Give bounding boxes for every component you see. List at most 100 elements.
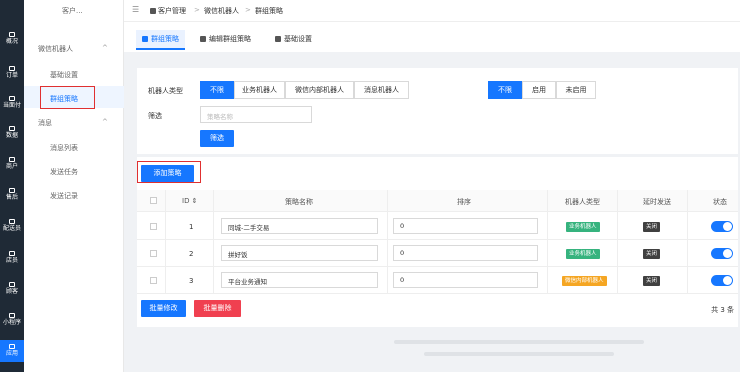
header-id[interactable]: ID ⇕ <box>182 197 198 205</box>
breadcrumb-item-strategy: 群组策略 <box>255 7 283 15</box>
batch-delete-button[interactable]: 批量删除 <box>194 300 241 317</box>
caret-up-icon: ^ <box>102 44 108 52</box>
status-toggle[interactable] <box>711 248 733 259</box>
menu-toggle-icon[interactable]: ☰ <box>132 5 139 14</box>
breadcrumb-separator: > <box>245 6 251 14</box>
row-id: 2 <box>189 250 194 258</box>
nav-item-apps[interactable]: 应用 <box>0 340 24 362</box>
nav-label: 店员 <box>5 257 18 264</box>
row-sort-input[interactable]: 0 <box>393 218 538 234</box>
subnav-group-label: 消息 <box>38 119 52 127</box>
nav-label: 当面付 <box>2 102 21 109</box>
delay-option-disabled[interactable]: 未启用 <box>556 81 596 99</box>
folder-icon <box>150 8 156 14</box>
status-toggle[interactable] <box>711 275 733 286</box>
subnav-group-message[interactable]: 消息 ^ <box>38 118 108 128</box>
type-option-wechat-internal[interactable]: 微信内部机器人 <box>285 81 354 99</box>
nav-label: 概况 <box>5 38 18 45</box>
subnav-group-robot[interactable]: 微信机器人 ^ <box>38 44 108 54</box>
header-delay: 延时发送 <box>643 198 671 206</box>
breadcrumb-item-robot[interactable]: 微信机器人 <box>204 6 239 16</box>
subnav-item-send-task[interactable]: 发送任务 <box>50 167 78 177</box>
nav-item-clerk[interactable]: 店员 <box>0 251 24 264</box>
batch-edit-button[interactable]: 批量修改 <box>141 300 186 317</box>
type-option-any[interactable]: 不限 <box>200 81 234 99</box>
breadcrumb-item-customer[interactable]: 客户管理 <box>150 6 186 16</box>
nav-item-customer[interactable]: 顾客 <box>0 282 24 295</box>
strategy-name-input[interactable]: 策略名称 <box>200 106 312 123</box>
tab-label: 编辑群组策略 <box>209 35 251 43</box>
merchant-icon <box>9 157 15 162</box>
table-header: ID ⇕ 策略名称 排序 机器人类型 延时发送 状态 <box>137 190 738 212</box>
face-pay-icon <box>9 96 15 101</box>
robot-type-label: 机器人类型 <box>148 87 183 95</box>
header-status: 状态 <box>713 198 727 206</box>
footer-text-line <box>424 352 614 356</box>
nav-item-face-pay[interactable]: 当面付 <box>0 96 24 109</box>
delay-option-enabled[interactable]: 启用 <box>522 81 556 99</box>
row-name-input[interactable]: 拼好饭 <box>221 245 378 261</box>
nav-label: 售后 <box>5 194 18 201</box>
breadcrumb-label: 客户管理 <box>158 7 186 15</box>
clerk-icon <box>9 251 15 256</box>
nav-label: 小程序 <box>2 319 21 326</box>
delay-tag: 关闭 <box>643 222 661 232</box>
type-option-business[interactable]: 业务机器人 <box>234 81 285 99</box>
nav-item-courier[interactable]: 配送员 <box>0 219 24 232</box>
row-checkbox[interactable] <box>150 277 157 284</box>
footer-text-line <box>394 340 644 344</box>
breadcrumb-separator: > <box>194 6 200 14</box>
subnav-item-send-record[interactable]: 发送记录 <box>50 191 78 201</box>
top-bar: ☰ 客户管理 > 微信机器人 > 群组策略 <box>124 0 740 22</box>
customer-icon <box>9 282 15 287</box>
delay-option-any[interactable]: 不限 <box>488 81 522 99</box>
subnav-group-label: 微信机器人 <box>38 45 73 53</box>
header-name: 策略名称 <box>285 198 313 206</box>
table-row: 2 拼好饭 0 业务机器人 关闭 <box>137 240 738 267</box>
filter-panel: 机器人类型 不限 业务机器人 微信内部机器人 消息机器人 不限 启用 未启用 筛… <box>137 68 738 154</box>
nav-item-aftersale[interactable]: 售后 <box>0 188 24 201</box>
nav-label: 订单 <box>5 72 18 79</box>
row-sort-input[interactable]: 0 <box>393 245 538 261</box>
tab-group-strategy[interactable]: 群组策略 <box>136 30 185 50</box>
select-all-checkbox[interactable] <box>150 197 157 204</box>
filter-button[interactable]: 筛选 <box>200 130 234 147</box>
subnav-top-label[interactable]: 客户... <box>62 6 83 16</box>
status-toggle[interactable] <box>711 221 733 232</box>
courier-icon <box>9 219 15 224</box>
robot-type-tag: 业务机器人 <box>566 249 600 259</box>
row-sort-input[interactable]: 0 <box>393 272 538 288</box>
strategy-list-card: 添加策略 ID ⇕ 策略名称 排序 机器人类型 延时发送 状态 1 同城-二手交… <box>137 157 738 327</box>
sub-sidebar: 客户... 微信机器人 ^ 基础设置 群组策略 消息 ^ 消息列表 发送任务 发送记… <box>24 0 124 372</box>
nav-item-merchant[interactable]: 商户 <box>0 157 24 170</box>
type-option-message[interactable]: 消息机器人 <box>354 81 409 99</box>
nav-label: 商户 <box>5 163 18 170</box>
subnav-item-message-list[interactable]: 消息列表 <box>50 143 78 153</box>
tab-edit-group-strategy[interactable]: 编辑群组策略 <box>200 30 251 50</box>
header-sort: 排序 <box>457 198 471 206</box>
table-row: 1 同城-二手交易 0 业务机器人 关闭 <box>137 213 738 240</box>
nav-item-order[interactable]: 订单 <box>0 66 24 79</box>
row-name-input[interactable]: 同城-二手交易 <box>221 218 378 234</box>
row-id: 1 <box>189 223 194 231</box>
row-checkbox[interactable] <box>150 223 157 230</box>
nav-label: 应用 <box>5 350 18 357</box>
nav-label: 数据 <box>5 132 18 139</box>
nav-item-overview[interactable]: 概况 <box>0 32 24 45</box>
delay-tag: 关闭 <box>643 249 661 259</box>
delay-tag: 关闭 <box>643 276 661 286</box>
row-name-input[interactable]: 平台业务通知 <box>221 272 378 288</box>
row-id: 3 <box>189 277 194 285</box>
subnav-item-basic-settings[interactable]: 基础设置 <box>50 70 78 80</box>
tab-basic-settings[interactable]: 基础设置 <box>275 30 312 50</box>
order-icon <box>9 66 15 71</box>
highlight-box <box>40 86 95 109</box>
tab-icon <box>275 36 281 42</box>
data-icon <box>9 126 15 131</box>
nav-item-miniprogram[interactable]: 小程序 <box>0 313 24 326</box>
aftersale-icon <box>9 188 15 193</box>
tab-label: 基础设置 <box>284 35 312 43</box>
tab-label: 群组策略 <box>151 35 179 43</box>
row-checkbox[interactable] <box>150 250 157 257</box>
nav-item-data[interactable]: 数据 <box>0 126 24 139</box>
